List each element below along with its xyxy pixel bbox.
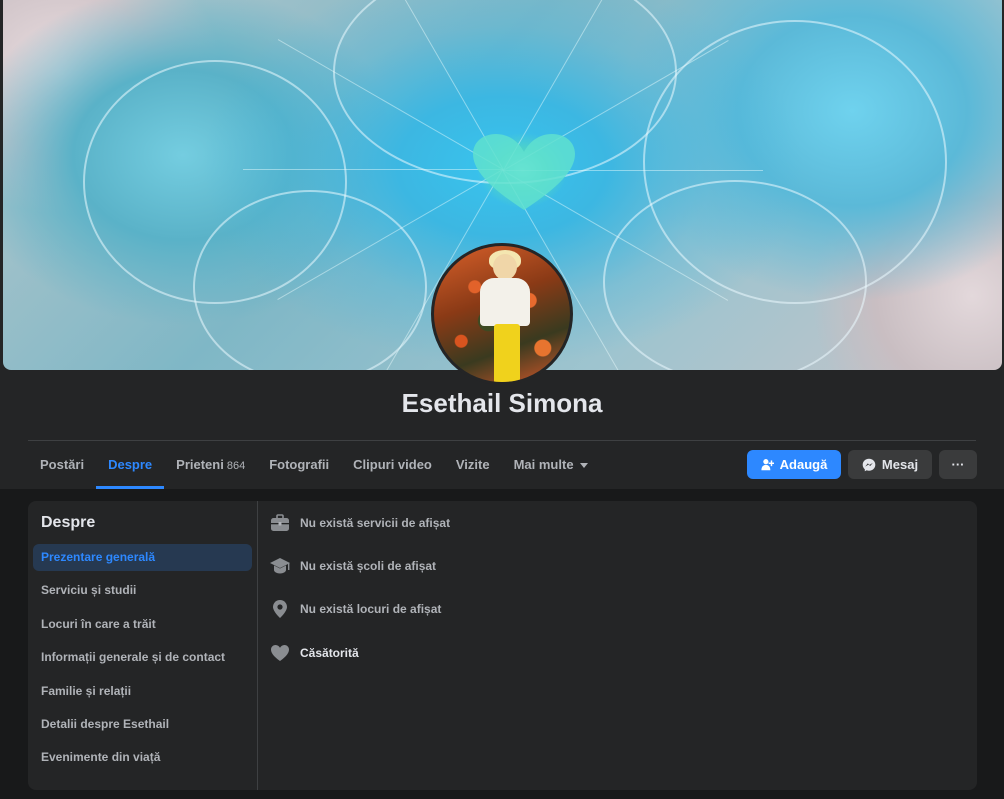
tab-videos[interactable]: Clipuri video [341, 441, 444, 489]
overview-education-row: Nu există școli de afișat [269, 555, 436, 577]
add-friend-icon [761, 459, 774, 471]
tab-friends[interactable]: Prieteni 864 [164, 441, 257, 489]
about-sidebar: Despre Prezentare generală Serviciu și s… [28, 501, 258, 790]
sidebar-item-contact-basic-info[interactable]: Informații generale și de contact [33, 644, 252, 671]
about-panel: Despre Prezentare generală Serviciu și s… [28, 501, 977, 790]
sidebar-item-places-lived[interactable]: Locuri în care a trăit [33, 611, 252, 638]
more-dots-icon: ··· [951, 457, 965, 472]
sidebar-item-details[interactable]: Detalii despre Esethail [33, 711, 252, 738]
profile-tabs: Postări Despre Prieteni 864 Fotografii Cl… [28, 441, 600, 489]
messenger-icon [862, 458, 876, 471]
message-button[interactable]: Mesaj [848, 450, 932, 479]
profile-name: Esethail Simona [401, 388, 603, 418]
tab-photos[interactable]: Fotografii [257, 441, 341, 489]
overview-places-row: Nu există locuri de afișat [269, 598, 441, 620]
overview-relationship-row: Căsătorită [269, 642, 359, 664]
tab-more[interactable]: Mai multe [502, 441, 600, 489]
sidebar-item-work-education[interactable]: Serviciu și studii [33, 577, 252, 604]
profile-avatar[interactable] [431, 243, 573, 385]
add-friend-button[interactable]: Adaugă [747, 450, 841, 479]
tab-about[interactable]: Despre [96, 441, 165, 489]
friends-count: 864 [226, 460, 246, 472]
more-options-button[interactable]: ··· [939, 450, 977, 479]
sidebar-item-life-events[interactable]: Evenimente din viață [33, 744, 252, 771]
tab-checkins[interactable]: Vizite [444, 441, 502, 489]
location-pin-icon [269, 598, 291, 620]
tab-posts[interactable]: Postări [28, 441, 96, 489]
briefcase-icon [269, 512, 291, 534]
overview-work-row: Nu există servicii de afișat [269, 512, 450, 534]
sidebar-item-family-relationships[interactable]: Familie și relații [33, 678, 252, 705]
heart-icon [269, 642, 291, 664]
graduation-cap-icon [269, 555, 291, 577]
cover-petal [603, 180, 867, 370]
sidebar-item-overview[interactable]: Prezentare generală [33, 544, 252, 571]
cover-heart [473, 134, 575, 210]
caret-down-icon [579, 463, 588, 469]
about-title: Despre [41, 514, 96, 531]
